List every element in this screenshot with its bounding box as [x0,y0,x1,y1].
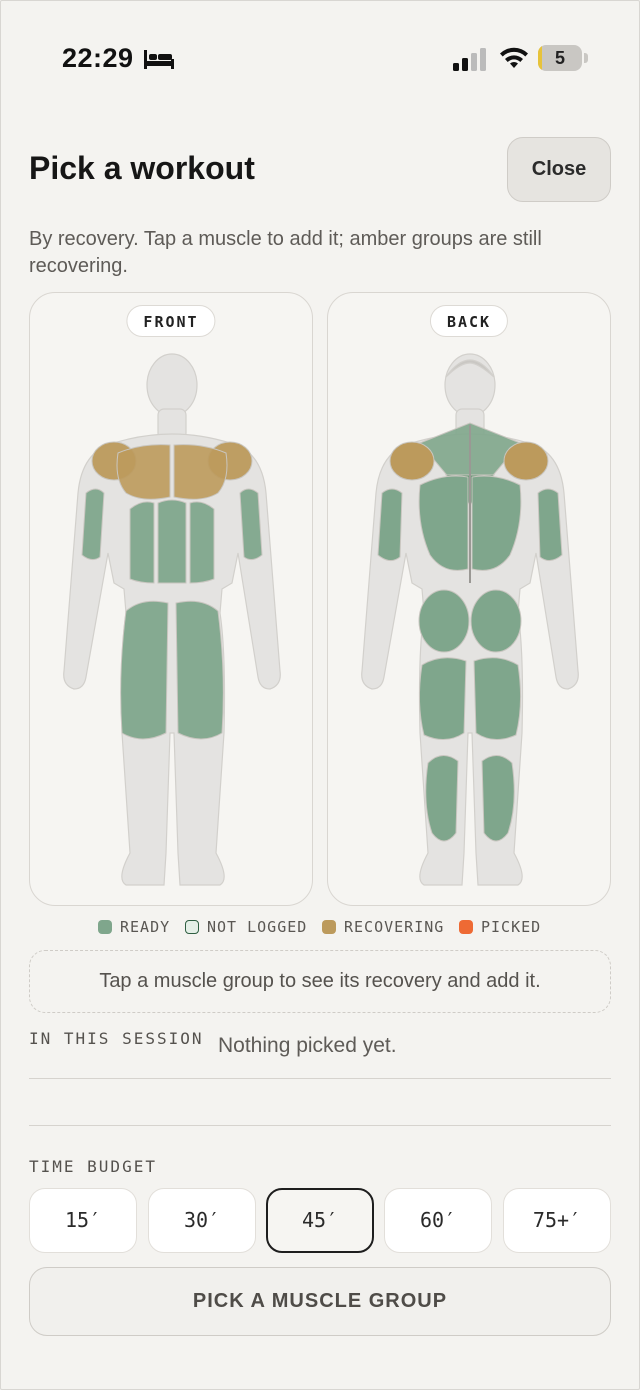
time-option-75-plus[interactable]: 75+′ [503,1188,611,1253]
divider [29,1078,611,1079]
chest-left[interactable] [116,444,171,500]
legend-swatch [185,920,199,934]
abs-right[interactable] [189,501,215,584]
status-bar: 22:29 5 [0,40,640,80]
page-title: Pick a workout [29,150,255,186]
legend-swatch [459,920,473,934]
back-body-figure [361,353,579,886]
back-view-label: BACK [429,305,509,337]
tricep-right[interactable] [537,488,563,561]
glute-right[interactable] [470,589,522,653]
calf-left[interactable] [425,755,459,842]
session-label: IN THIS SESSION [29,1029,204,1048]
time-option-30[interactable]: 30′ [148,1188,256,1253]
glute-left[interactable] [418,589,470,653]
abs-center[interactable] [157,499,187,584]
status-time: 22:29 [62,43,134,73]
abs-left[interactable] [129,501,155,584]
wifi-icon [500,47,528,68]
tricep-left[interactable] [377,488,403,561]
sleep-mode-icon [144,50,174,69]
calf-right[interactable] [481,755,515,842]
front-body-figure [63,353,281,886]
page-subtitle: By recovery. Tap a muscle to add it; amb… [29,228,542,277]
pick-muscle-group-button[interactable]: PICK A MUSCLE GROUP [29,1267,611,1336]
time-budget-label: TIME BUDGET [29,1157,157,1176]
legend-swatch [98,920,112,934]
divider [29,1125,611,1126]
time-option-60[interactable]: 60′ [384,1188,492,1253]
body-silhouette [63,353,281,886]
bicep-right[interactable] [239,488,263,561]
body-map-back: BACK [327,292,611,906]
hamstring-left[interactable] [418,657,467,740]
hamstring-right[interactable] [473,657,522,740]
time-option-45[interactable]: 45′ [266,1188,374,1253]
body-map-front: FRONT [29,292,313,906]
rear-delt-left[interactable] [389,441,435,481]
close-button[interactable]: Close [507,137,611,202]
chest-right[interactable] [173,444,228,500]
quad-left[interactable] [120,600,169,740]
bicep-left[interactable] [81,488,105,561]
battery-level: 5 [554,48,565,68]
legend-swatch [322,920,336,934]
session-value: Nothing picked yet. [218,1034,397,1057]
battery-icon: 5 [538,45,588,71]
time-option-15[interactable]: 15′ [29,1188,137,1253]
rear-delt-right[interactable] [503,441,549,481]
quad-right[interactable] [175,600,224,740]
hint-box: Tap a muscle group to see its recovery a… [29,950,611,1013]
front-view-label: FRONT [126,305,216,337]
cellular-signal-icon [453,48,486,71]
